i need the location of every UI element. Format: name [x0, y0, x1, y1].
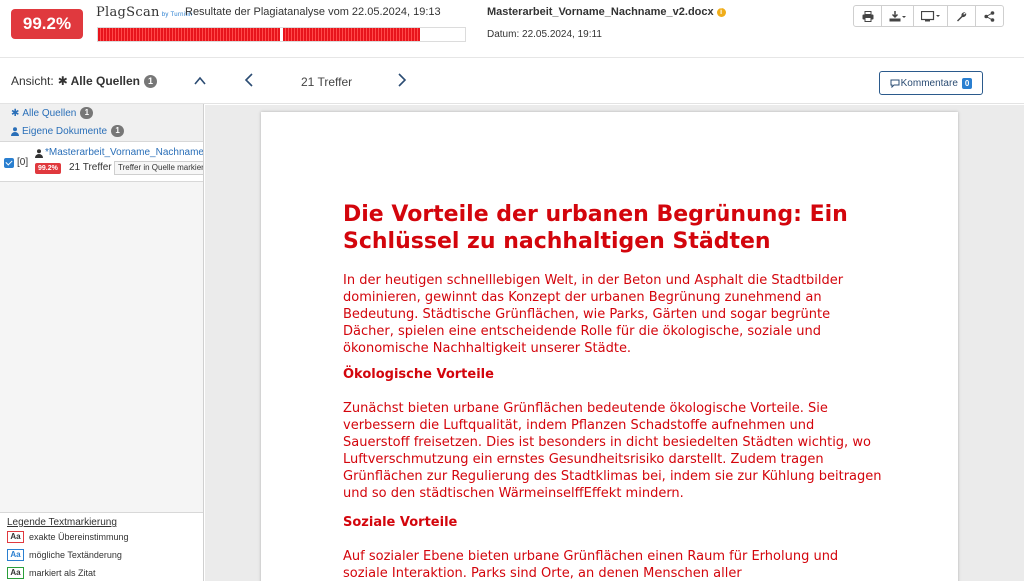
text-marking-legend: Legende Textmarkierung Aa exakte Überein… [0, 512, 203, 581]
share-button[interactable] [975, 5, 1004, 27]
document-viewer[interactable]: Die Vorteile der urbanen Begrünung: Ein … [205, 105, 1024, 581]
print-button[interactable] [853, 5, 882, 27]
view-value: ✱ Alle Quellen [58, 74, 140, 88]
chevron-up-icon[interactable] [193, 74, 207, 88]
wrench-icon [957, 11, 967, 21]
report-header: 99.2% PlagScan by Turnitin Resultate der … [0, 0, 1024, 58]
filter-own-documents[interactable]: Eigene Dokumente 1 [11, 125, 125, 137]
asterisk-icon: ✱ [57, 74, 71, 88]
hit-count: 21 Treffer [301, 75, 353, 89]
document-date: Datum: 22.05.2024, 19:11 [487, 29, 602, 40]
filter-all-sources[interactable]: ✱ Alle Quellen 1 [11, 107, 94, 119]
info-icon[interactable]: i [716, 8, 726, 17]
share-icon [984, 10, 995, 22]
download-button[interactable] [881, 5, 914, 27]
legend-label: markiert als Zitat [29, 568, 96, 578]
report-toolbar [853, 5, 1004, 27]
legend-label: mögliche Textänderung [29, 550, 122, 560]
progress-fill [98, 28, 420, 41]
display-mode-button[interactable] [913, 5, 948, 27]
download-icon [889, 10, 906, 21]
logo-name: PlagScan [96, 5, 160, 20]
chevron-right-icon[interactable] [396, 73, 408, 87]
legend-item-possible-change: Aa mögliche Textänderung [7, 549, 122, 561]
user-icon [11, 126, 19, 136]
legend-swatch-red: Aa [7, 531, 24, 543]
view-label: Ansicht: [11, 74, 54, 88]
source-index: [0] [17, 157, 29, 168]
plagscan-logo: PlagScan by Turnitin [96, 5, 193, 20]
source-filters: ✱ Alle Quellen 1 Eigene Dokumente 1 [0, 104, 203, 142]
legend-label: exakte Übereinstimmung [29, 532, 129, 542]
plagiarism-progress-bar [97, 27, 466, 42]
printer-icon [862, 10, 873, 22]
filter-label: Alle Quellen [22, 107, 77, 119]
legend-item-quotation: Aa markiert als Zitat [7, 567, 96, 579]
view-selector[interactable]: Ansicht: ✱ Alle Quellen 1 [11, 74, 157, 88]
progress-segment [283, 28, 420, 41]
filter-count-badge: 1 [80, 107, 94, 119]
comment-icon [890, 79, 900, 88]
legend-swatch-green: Aa [7, 567, 24, 579]
filter-label: Eigene Dokumente [22, 125, 108, 137]
document-heading-ecological: Ökologische Vorteile [343, 367, 494, 382]
chevron-left-icon[interactable] [243, 73, 255, 87]
view-navigation-bar: Ansicht: ✱ Alle Quellen 1 21 Treffer Kom… [0, 58, 1024, 104]
legend-title: Legende Textmarkierung [7, 517, 117, 528]
document-paragraph-ecological: Zunächst bieten urbane Grünflächen bedeu… [343, 401, 882, 501]
progress-segment [98, 28, 280, 41]
source-list-item[interactable]: [0] *Masterarbeit_Vorname_Nachname_v2.do… [0, 142, 203, 182]
comments-button[interactable]: Kommentare 0 [879, 71, 983, 95]
document-heading-social: Soziale Vorteile [343, 515, 458, 530]
legend-swatch-blue: Aa [7, 549, 24, 561]
monitor-icon [920, 10, 940, 21]
file-name-text: Masterarbeit_Vorname_Nachname_v2.docx [487, 6, 714, 18]
comments-label: Kommentare [900, 77, 958, 89]
settings-button[interactable] [947, 5, 976, 27]
source-percent-badge: 99.2% [35, 163, 61, 174]
asterisk-icon: ✱ [11, 107, 20, 119]
view-count-badge: 1 [144, 74, 157, 88]
document-paragraph-social: Auf sozialer Ebene bieten urbane Grünflä… [343, 549, 839, 581]
document-intro-paragraph: In der heutigen schnelllebigen Welt, in … [343, 273, 844, 356]
comments-count-badge: 0 [961, 77, 973, 89]
source-checkbox[interactable] [4, 158, 14, 168]
plagiarism-score-badge: 99.2% [11, 9, 83, 39]
source-name-link[interactable]: *Masterarbeit_Vorname_Nachname_v2.docx [45, 147, 203, 158]
source-hit-count: 21 Treffer [69, 162, 112, 173]
result-title: Resultate der Plagiatanalyse vom 22.05.2… [185, 6, 441, 18]
legend-item-exact-match: Aa exakte Übereinstimmung [7, 531, 129, 543]
user-icon [35, 149, 43, 158]
mark-hits-in-source-button[interactable]: Treffer in Quelle markieren [114, 161, 203, 175]
document-page: Die Vorteile der urbanen Begrünung: Ein … [261, 112, 958, 581]
document-title: Die Vorteile der urbanen Begrünung: Ein … [343, 202, 848, 254]
document-file-name: Masterarbeit_Vorname_Nachname_v2.docx i [487, 6, 726, 18]
view-value-text: Alle Quellen [70, 74, 140, 88]
sources-sidebar: ✱ Alle Quellen 1 Eigene Dokumente 1 [0] … [0, 104, 204, 581]
filter-count-badge: 1 [111, 125, 125, 137]
